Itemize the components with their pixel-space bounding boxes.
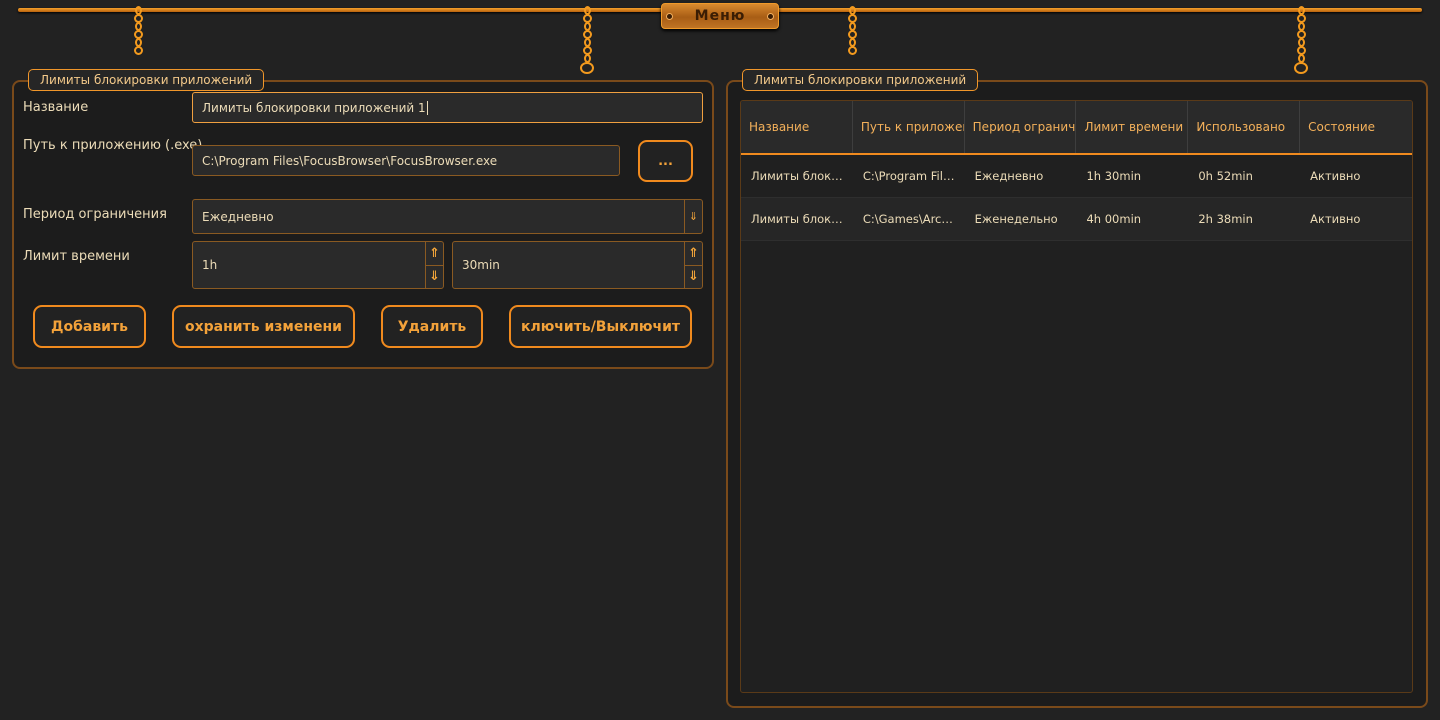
arrow-down-icon[interactable]: ⇓ (684, 200, 702, 233)
table-cell: Еженедельно (974, 212, 1058, 226)
hours-stepper-value: 1h (202, 258, 218, 272)
save-changes-button[interactable]: охранить изменени (172, 305, 355, 348)
table-cell: 0h 52min (1198, 169, 1253, 183)
text-caret (426, 100, 428, 115)
delete-button[interactable]: Удалить (381, 305, 483, 348)
toggle-button-label: ключить/Выключит (520, 318, 681, 335)
path-input-value: C:\Program Files\FocusBrowser\FocusBrows… (202, 153, 498, 168)
period-label: Период ограничения (23, 207, 167, 222)
arrow-up-icon[interactable]: ⇑ (426, 242, 443, 265)
hours-spin-buttons: ⇑ ⇓ (425, 242, 443, 288)
name-input-value: Лимиты блокировки приложений 1 (202, 100, 426, 115)
table-body: Лимиты блоки... C:\Program File... Ежедн… (741, 155, 1412, 241)
chain-decoration (131, 6, 145, 55)
save-changes-button-label: охранить изменени (185, 318, 342, 335)
table-header: Название Путь к приложен Период огранич … (741, 101, 1412, 155)
menu-button-label: Меню (694, 8, 746, 24)
add-button-label: Добавить (51, 318, 128, 335)
table-cell: 4h 00min (1086, 212, 1142, 226)
table-row[interactable]: Лимиты блоки... C:\Games\Arca... Еженеде… (741, 198, 1412, 241)
table-cell: Активно (1310, 212, 1361, 226)
table-cell: 2h 38min (1198, 212, 1253, 226)
path-label: Путь к приложению (.exe) (23, 138, 203, 153)
menu-button[interactable]: Меню (661, 3, 779, 29)
name-label: Название (23, 100, 89, 115)
column-header-period[interactable]: Период огранич (965, 101, 1077, 153)
table-cell: C:\Games\Arca... (862, 212, 959, 226)
toggle-button[interactable]: ключить/Выключит (509, 305, 692, 348)
minutes-stepper[interactable]: 30min ⇑ ⇓ (452, 241, 703, 289)
app-window: Меню Лимиты блокировки приложений Назван… (0, 0, 1440, 720)
name-input[interactable]: Лимиты блокировки приложений 1 (192, 92, 703, 123)
rivet-icon (767, 13, 774, 20)
table-cell: Ежедневно (974, 169, 1044, 183)
form-group-title: Лимиты блокировки приложений (28, 69, 265, 91)
table-cell: Лимиты блоки... (751, 169, 847, 183)
column-header-state[interactable]: Состояние (1300, 101, 1412, 153)
path-input[interactable]: C:\Program Files\FocusBrowser\FocusBrows… (192, 145, 620, 176)
period-dropdown[interactable]: Ежедневно ⇓ (192, 199, 703, 234)
table-row[interactable]: Лимиты блоки... C:\Program File... Ежедн… (741, 155, 1412, 198)
browse-button-label: ... (658, 153, 673, 169)
arrow-up-icon[interactable]: ⇑ (685, 242, 702, 265)
minutes-stepper-value: 30min (462, 258, 500, 272)
add-button[interactable]: Добавить (33, 305, 146, 348)
column-header-path[interactable]: Путь к приложен (853, 101, 965, 153)
limits-table: Название Путь к приложен Период огранич … (740, 100, 1413, 693)
limit-label: Лимит времени (23, 249, 130, 264)
chain-decoration (580, 6, 594, 74)
arrow-down-icon[interactable]: ⇓ (685, 264, 702, 289)
delete-button-label: Удалить (397, 318, 467, 335)
chain-decoration (1294, 6, 1308, 74)
table-cell: Лимиты блоки... (751, 212, 847, 226)
minutes-spin-buttons: ⇑ ⇓ (684, 242, 702, 288)
period-dropdown-value: Ежедневно (202, 209, 274, 224)
table-cell: C:\Program File... (862, 169, 959, 183)
list-group-title: Лимиты блокировки приложений (742, 69, 979, 91)
chain-decoration (845, 6, 859, 55)
hours-stepper[interactable]: 1h ⇑ ⇓ (192, 241, 444, 289)
column-header-used[interactable]: Использовано (1188, 101, 1301, 153)
table-cell: 1h 30min (1086, 169, 1142, 183)
rivet-icon (666, 13, 673, 20)
column-header-name[interactable]: Название (741, 101, 853, 153)
column-header-limit[interactable]: Лимит времени (1076, 101, 1189, 153)
browse-button[interactable]: ... (638, 140, 693, 182)
table-cell: Активно (1310, 169, 1361, 183)
arrow-down-icon[interactable]: ⇓ (426, 264, 443, 289)
